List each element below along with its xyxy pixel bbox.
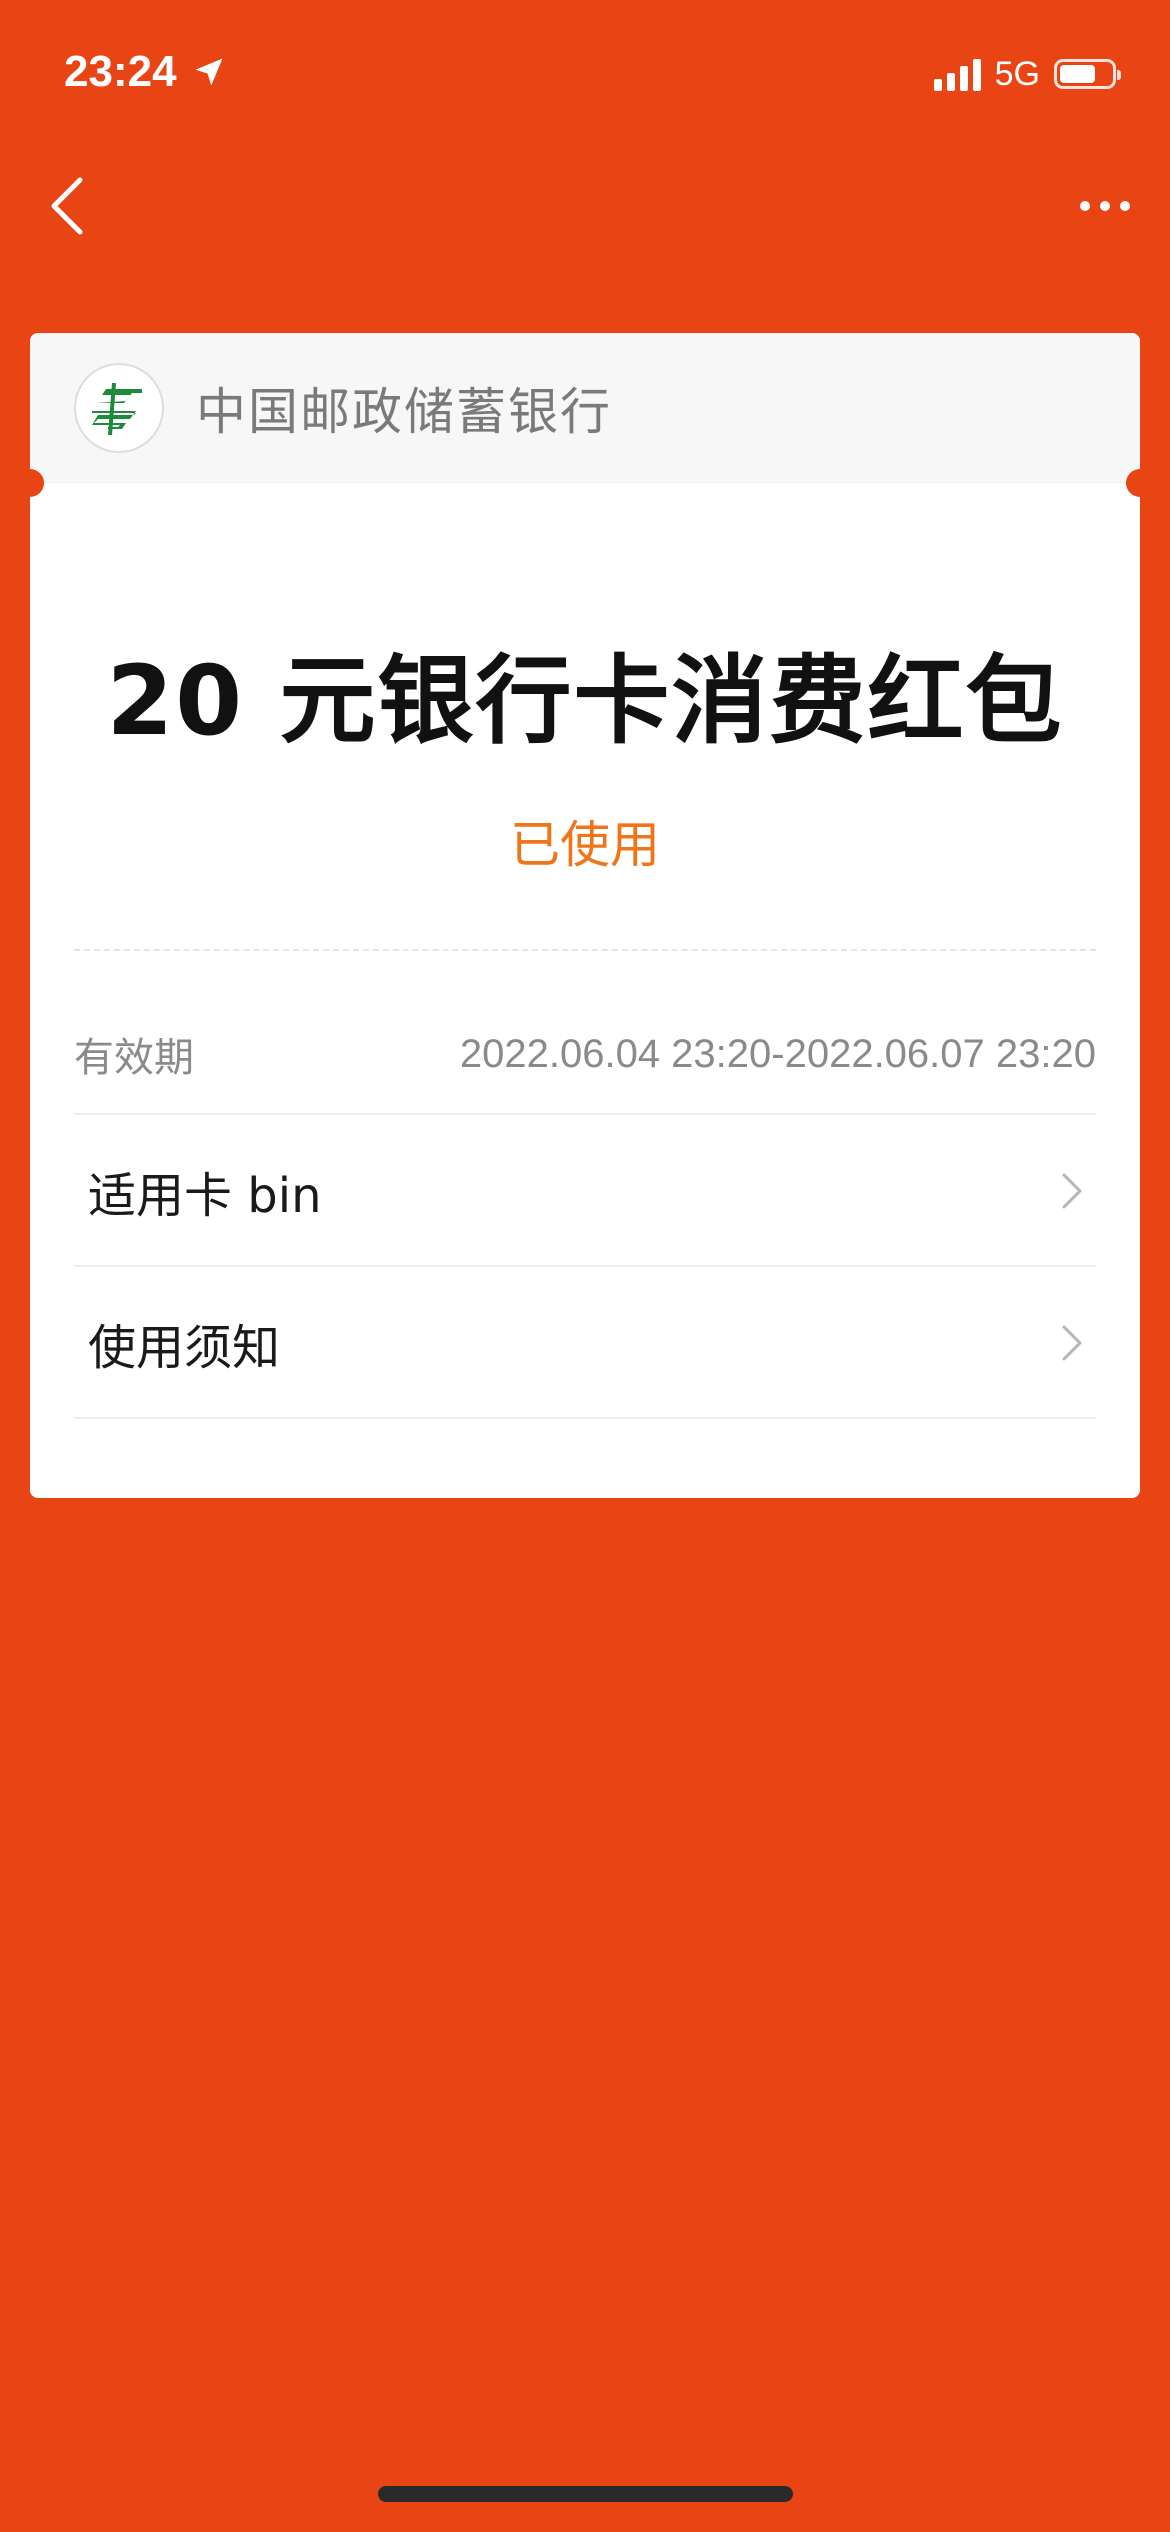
card-header: 中国邮政储蓄银行: [30, 333, 1140, 483]
more-button[interactable]: [1070, 186, 1140, 226]
card-bin-label: 适用卡 bin: [88, 1168, 322, 1224]
postal-savings-logo-icon: [92, 382, 142, 435]
coupon-title: 20 元银行卡消费红包: [106, 645, 1064, 757]
coupon-card: 中国邮政储蓄银行 20 元银行卡消费红包 已使用 有效期 2022.06.04 …: [30, 333, 1140, 1498]
chevron-right-icon: [1062, 1173, 1082, 1209]
dashed-divider: [74, 949, 1096, 951]
home-indicator[interactable]: [378, 2486, 793, 2502]
more-dots-icon: [1080, 201, 1130, 211]
status-time: 23:24: [64, 47, 177, 96]
usage-notice-row[interactable]: 使用须知: [74, 1269, 1096, 1419]
coupon-status: 已使用: [510, 816, 660, 874]
back-button[interactable]: [40, 168, 100, 244]
bank-name: 中国邮政储蓄银行: [196, 382, 612, 441]
validity-row: 有效期 2022.06.04 23:20-2022.06.07 23:20: [74, 995, 1096, 1115]
usage-notice-label: 使用须知: [88, 1320, 281, 1376]
validity-label: 有效期: [74, 1035, 194, 1081]
location-arrow-icon: [195, 58, 223, 86]
card-bin-row[interactable]: 适用卡 bin: [74, 1117, 1096, 1267]
battery-level: [1060, 65, 1095, 83]
battery-icon: [1054, 59, 1121, 89]
bank-logo: [74, 362, 164, 453]
chevron-left-icon: [51, 177, 83, 235]
network-type: 5G: [994, 54, 1040, 93]
validity-value: 2022.06.04 23:20-2022.06.07 23:20: [459, 1031, 1096, 1076]
cellular-signal-icon: [933, 57, 981, 91]
status-time-group: 23:24: [64, 42, 227, 102]
chevron-right-icon: [1062, 1325, 1082, 1361]
status-indicators: 5G: [933, 44, 1121, 104]
